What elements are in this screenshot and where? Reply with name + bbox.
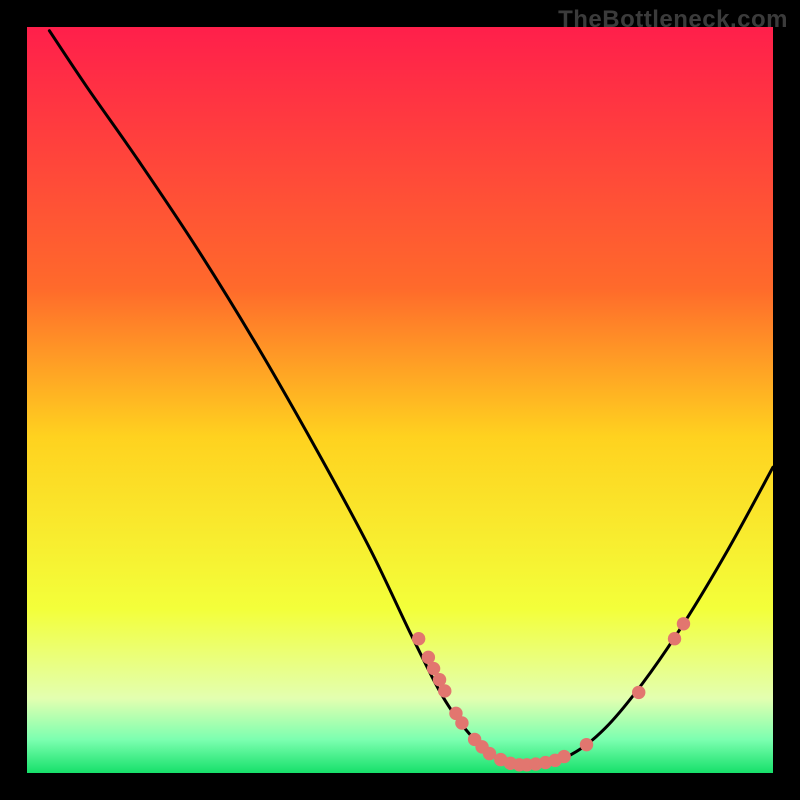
curve-dot	[580, 738, 593, 751]
curve-dot	[438, 684, 451, 697]
curve-dot	[677, 617, 690, 630]
curve-dot	[455, 716, 468, 729]
curve-dot	[412, 632, 425, 645]
plot-svg	[27, 27, 773, 773]
gradient-background	[27, 27, 773, 773]
plot-area	[27, 27, 773, 773]
curve-dot	[557, 750, 570, 763]
curve-dot	[632, 686, 645, 699]
curve-dot	[668, 632, 681, 645]
chart-stage: TheBottleneck.com	[0, 0, 800, 800]
